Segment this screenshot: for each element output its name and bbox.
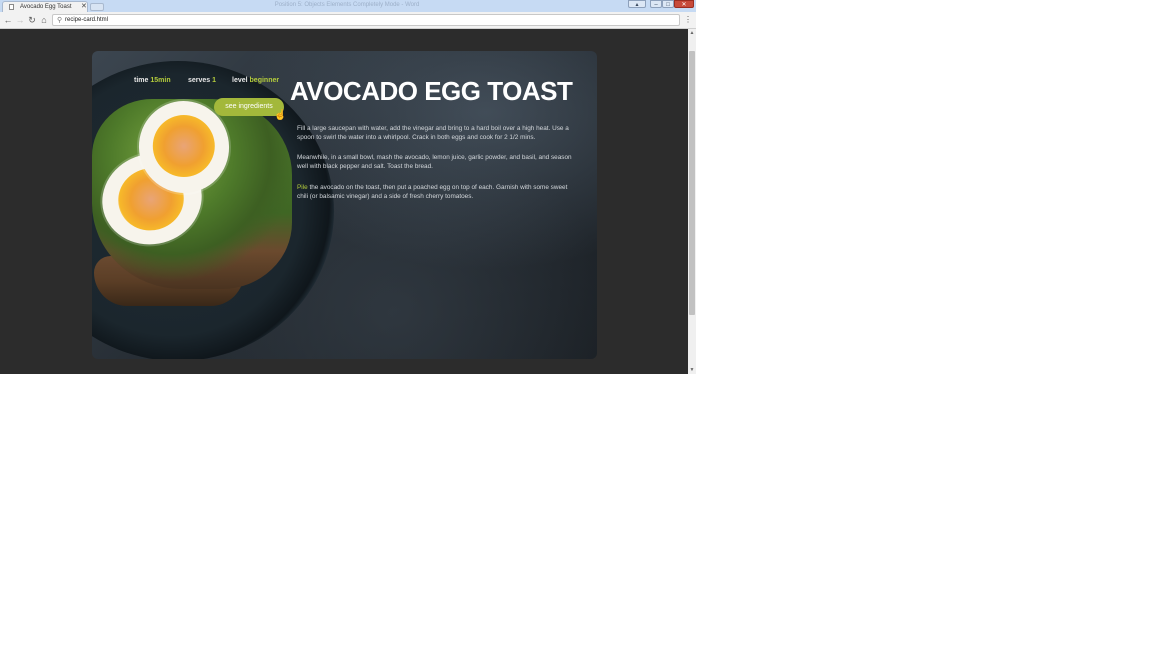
- meta-level-label: level: [232, 77, 248, 84]
- window-close-button[interactable]: ✕: [674, 0, 694, 8]
- page-icon: [9, 4, 14, 10]
- recipe-step: Meanwhile, in a small bowl, mash the avo…: [297, 154, 579, 171]
- forward-arrow-icon[interactable]: →: [15, 15, 25, 25]
- address-text[interactable]: recipe-card.html: [65, 16, 108, 25]
- address-bar[interactable]: ⚲ recipe-card.html: [52, 14, 680, 26]
- maximize-button[interactable]: □: [662, 0, 674, 8]
- new-tab-button[interactable]: [90, 3, 104, 11]
- profile-button[interactable]: ▴: [628, 0, 646, 8]
- recipe-step: Pile the avocado on the toast, then put …: [297, 184, 579, 201]
- step-text: Fill a large saucepan with water, add th…: [297, 125, 569, 141]
- browser-window: Avocado Egg Toast ✕ Position 5: Objects …: [0, 0, 696, 374]
- browser-toolbar: ← → ↻ ⌂ ⚲ recipe-card.html ⋮: [0, 12, 696, 29]
- meta-serves-label: serves: [188, 77, 211, 84]
- minimize-button[interactable]: –: [650, 0, 662, 8]
- close-icon[interactable]: ✕: [81, 2, 87, 11]
- cursor-icon: ☝: [274, 110, 287, 121]
- scroll-thumb[interactable]: [689, 51, 695, 315]
- meta-serves-value: 1: [212, 77, 217, 84]
- recipe-card: time 15min serves 1 level beginner see i…: [92, 51, 597, 359]
- meta-level-value: beginner: [249, 77, 280, 84]
- yolk: [147, 109, 221, 183]
- reload-icon[interactable]: ↻: [27, 15, 37, 25]
- browser-tab[interactable]: Avocado Egg Toast ✕: [2, 1, 88, 12]
- meta-time-value: 15min: [150, 77, 171, 84]
- meta-time-label: time: [134, 77, 149, 84]
- step-text: Meanwhile, in a small bowl, mash the avo…: [297, 154, 572, 170]
- meta-level: level beginner: [232, 76, 279, 85]
- menu-dots-icon[interactable]: ⋮: [684, 15, 692, 25]
- meta-time: time 15min: [134, 76, 171, 85]
- window-title: Position 5: Objects Elements Completely …: [274, 2, 420, 8]
- tab-title: Avocado Egg Toast: [20, 4, 72, 10]
- scroll-up-arrow-icon[interactable]: ▲: [688, 29, 696, 37]
- title-bar: Avocado Egg Toast ✕ Position 5: Objects …: [0, 0, 696, 12]
- scroll-down-arrow-icon[interactable]: ▼: [688, 366, 696, 374]
- recipe-title: AVOCADO EGG TOAST: [290, 76, 573, 106]
- step-text: the avocado on the toast, then put a poa…: [297, 184, 568, 200]
- home-icon[interactable]: ⌂: [39, 15, 49, 25]
- vertical-scrollbar[interactable]: ▲ ▼: [688, 29, 696, 374]
- page-viewport: time 15min serves 1 level beginner see i…: [0, 29, 688, 374]
- back-arrow-icon[interactable]: ←: [3, 15, 13, 25]
- search-icon: ⚲: [57, 17, 63, 24]
- recipe-step: Fill a large saucepan with water, add th…: [297, 125, 579, 142]
- step-lead-word: Pile: [297, 184, 308, 191]
- meta-serves: serves 1: [188, 76, 216, 85]
